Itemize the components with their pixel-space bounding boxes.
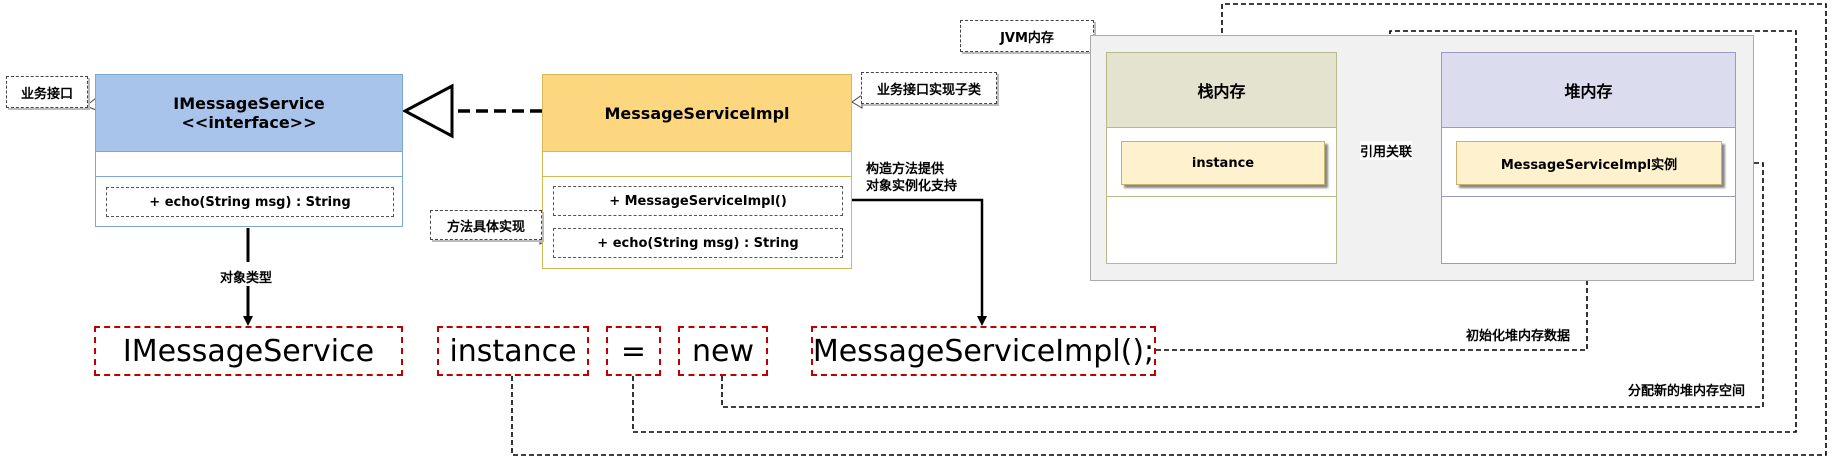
interface-note: 业务接口 xyxy=(6,76,88,108)
interface-class-stereotype: <<interface>> xyxy=(181,113,317,132)
reference-label: 引用关联 xyxy=(1360,141,1413,160)
interface-class-header: IMessageService <<interface>> xyxy=(96,75,402,152)
code-token-instance[interactable]: instance xyxy=(437,326,589,376)
impl-method-constructor[interactable]: + MessageServiceImpl() xyxy=(553,186,843,216)
method-impl-note: 方法具体实现 xyxy=(430,210,542,240)
init-heap-label: 初始化堆内存数据 xyxy=(1466,325,1571,344)
constructor-note-line2: 对象实例化支持 xyxy=(866,175,958,194)
object-type-label: 对象类型 xyxy=(220,267,273,286)
interface-method-echo[interactable]: + echo(String msg) : String xyxy=(106,187,394,217)
alloc-heap-label: 分配新的堆内存空间 xyxy=(1628,380,1746,399)
code-token-equals[interactable]: = xyxy=(606,326,661,376)
code-token-type[interactable]: IMessageService xyxy=(94,326,403,376)
jvm-memory-note: JVM内存 xyxy=(960,20,1094,52)
interface-class-divider xyxy=(96,176,402,177)
code-token-constructor-call[interactable]: MessageServiceImpl(); xyxy=(811,326,1156,376)
object-type-arrowhead xyxy=(243,316,253,326)
interface-class-name: IMessageService xyxy=(173,94,325,113)
impl-class[interactable]: MessageServiceImpl + MessageServiceImpl(… xyxy=(542,74,852,269)
impl-class-name: MessageServiceImpl xyxy=(604,103,790,123)
impl-method-echo[interactable]: + echo(String msg) : String xyxy=(553,228,843,258)
stack-memory-header: 栈内存 xyxy=(1107,53,1336,128)
heap-memory-header: 堆内存 xyxy=(1442,53,1735,128)
impl-note: 业务接口实现子类 xyxy=(861,72,997,104)
impl-class-header: MessageServiceImpl xyxy=(543,75,851,152)
impl-class-divider xyxy=(543,176,851,177)
code-token-new[interactable]: new xyxy=(678,326,768,376)
constructor-line xyxy=(840,198,984,318)
constructor-arrowhead xyxy=(977,316,987,326)
heap-cell-instance[interactable]: MessageServiceImpl实例 xyxy=(1456,141,1722,185)
realization-arrowhead xyxy=(401,83,454,139)
stack-cell-instance[interactable]: instance xyxy=(1121,141,1325,185)
interface-class[interactable]: IMessageService <<interface>> + echo(Str… xyxy=(95,74,403,227)
stack-divider xyxy=(1107,196,1336,197)
heap-divider xyxy=(1442,196,1735,197)
